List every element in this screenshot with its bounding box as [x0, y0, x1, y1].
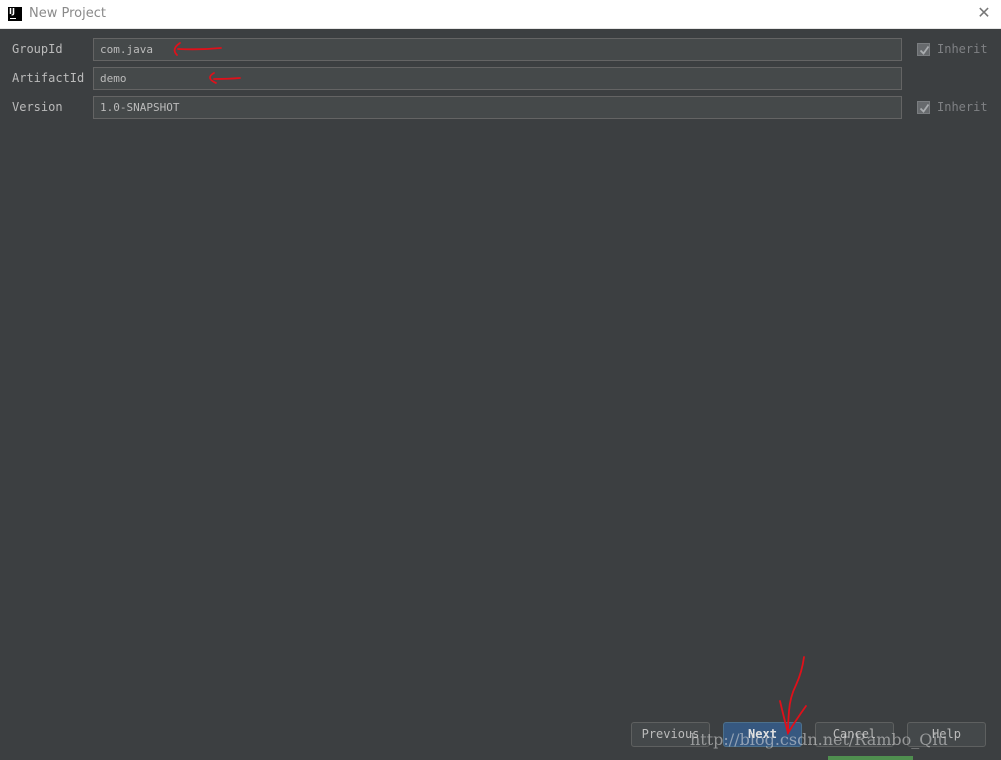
- checkbox-checked-icon: [917, 42, 930, 56]
- checkbox-checked-icon: [917, 100, 930, 114]
- bottom-status-strip: [828, 756, 913, 760]
- group-id-inherit-checkbox[interactable]: Inherit: [917, 41, 988, 57]
- artifact-id-input[interactable]: [93, 67, 902, 90]
- title-bar: IJ New Project ✕: [0, 0, 1001, 29]
- window-title: New Project: [29, 6, 106, 21]
- version-inherit-label: Inherit: [937, 100, 988, 114]
- previous-button[interactable]: Previous: [631, 722, 710, 747]
- version-inherit-checkbox[interactable]: Inherit: [917, 99, 988, 115]
- artifact-id-label: ArtifactId: [12, 71, 85, 85]
- intellij-app-icon: IJ: [8, 7, 22, 21]
- group-id-input[interactable]: [93, 38, 902, 61]
- close-icon[interactable]: ✕: [975, 4, 993, 22]
- cancel-button[interactable]: Cancel: [815, 722, 894, 747]
- help-button[interactable]: Help: [907, 722, 986, 747]
- group-id-label: GroupId: [12, 42, 63, 56]
- next-button[interactable]: Next: [723, 722, 802, 747]
- group-id-inherit-label: Inherit: [937, 42, 988, 56]
- version-label: Version: [12, 100, 63, 114]
- version-input[interactable]: [93, 96, 902, 119]
